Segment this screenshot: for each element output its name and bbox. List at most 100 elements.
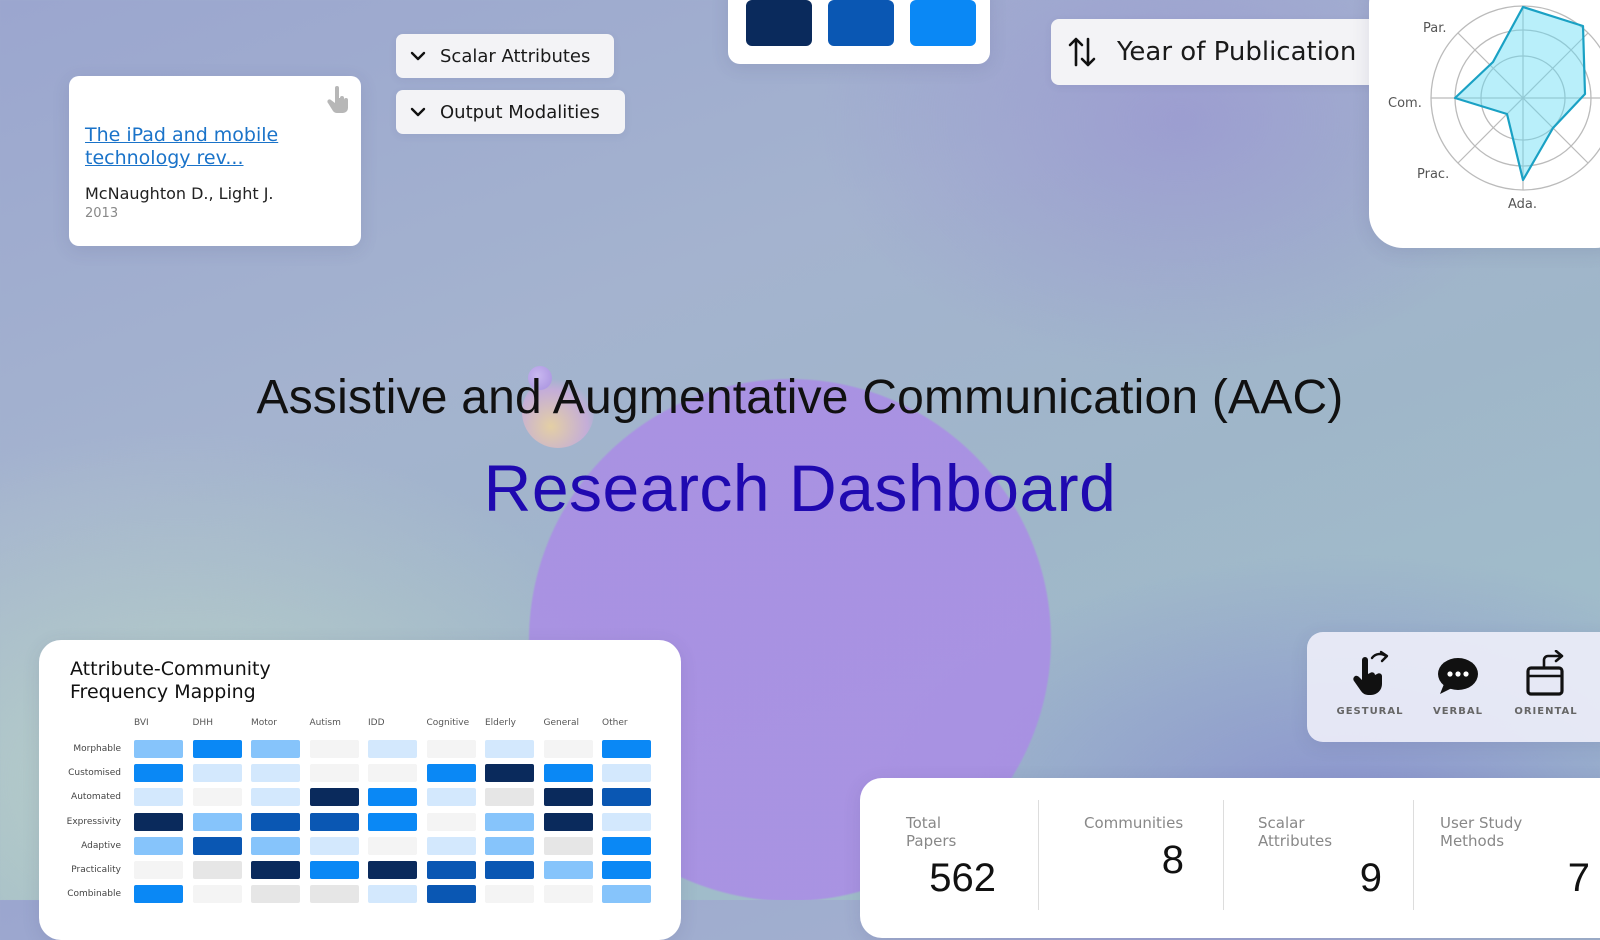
heatmap-cell[interactable]: [368, 764, 417, 783]
heatmap-cell[interactable]: [602, 740, 651, 758]
stat-label: Scalar Attributes: [1258, 814, 1333, 850]
heatmap-cell[interactable]: [134, 764, 183, 783]
heatmap-cell[interactable]: [192, 740, 242, 758]
heatmap-cell[interactable]: [543, 812, 593, 831]
heatmap-cell[interactable]: [543, 861, 593, 879]
heatmap-cell[interactable]: [251, 740, 300, 758]
heatmap-row-label: Adaptive: [81, 840, 121, 851]
heatmap-cell[interactable]: [368, 861, 417, 879]
heatmap-cell[interactable]: [309, 885, 359, 904]
heatmap-cell[interactable]: [368, 740, 417, 758]
heatmap-cell[interactable]: [192, 764, 242, 783]
heatmap-cell[interactable]: [192, 885, 242, 904]
heatmap-column-label: General: [543, 718, 579, 728]
heatmap-cell[interactable]: [602, 836, 651, 855]
heatmap-column-label: IDD: [368, 718, 385, 728]
heatmap-cell[interactable]: [426, 764, 476, 783]
heatmap-cell[interactable]: [134, 788, 183, 807]
heatmap-cell[interactable]: [485, 861, 534, 879]
chevron-down-icon: [410, 51, 426, 61]
heatmap-cell[interactable]: [134, 740, 183, 758]
heatmap-cell[interactable]: [251, 836, 300, 855]
heatmap-cell[interactable]: [368, 812, 417, 831]
stat-scalar-attributes: Scalar Attributes 9: [1258, 814, 1382, 901]
heatmap-cell[interactable]: [426, 836, 476, 855]
heatmap-cell[interactable]: [426, 861, 476, 879]
heatmap-cell[interactable]: [134, 812, 183, 831]
modality-gestural[interactable]: GESTURAL: [1327, 650, 1413, 717]
heatmap-cell[interactable]: [602, 764, 651, 783]
heatmap-cell[interactable]: [309, 764, 359, 783]
heatmap-cell[interactable]: [192, 861, 242, 879]
heatmap-cell[interactable]: [485, 740, 534, 758]
sort-year-button[interactable]: Year of Publication: [1051, 19, 1381, 85]
stat-value: 9: [1359, 856, 1382, 900]
heatmap-cell[interactable]: [543, 885, 593, 904]
heatmap-cell[interactable]: [602, 788, 651, 807]
heatmap-cell[interactable]: [192, 836, 242, 855]
color-swatch-dark[interactable]: [746, 0, 812, 46]
heatmap-cell[interactable]: [426, 885, 476, 904]
heatmap-cell[interactable]: [309, 788, 359, 807]
chevron-down-icon: [410, 107, 426, 117]
page-title: Assistive and Augmentative Communication…: [256, 371, 1344, 424]
heatmap-row-label: Practicality: [71, 865, 121, 875]
heatmap-cell[interactable]: [309, 740, 359, 758]
scalar-attributes-label: Scalar Attributes: [440, 45, 591, 67]
stat-label: Communities: [1084, 814, 1184, 832]
modality-oriental[interactable]: ORIENTAL: [1503, 650, 1589, 717]
heatmap-cell[interactable]: [602, 861, 651, 879]
heatmap-column-label: BVI: [134, 718, 149, 728]
heatmap-cell[interactable]: [251, 885, 300, 904]
heatmap-cell[interactable]: [309, 812, 359, 831]
heatmap-cell[interactable]: [251, 812, 300, 831]
heatmap-cell[interactable]: [134, 861, 183, 879]
heatmap-cell[interactable]: [485, 836, 534, 855]
paper-card[interactable]: The iPad and mobile technology rev... Mc…: [69, 76, 361, 246]
heatmap-cell[interactable]: [602, 885, 651, 904]
heatmap-cell[interactable]: [368, 885, 417, 904]
heatmap-cell[interactable]: [602, 812, 651, 831]
heatmap-row-label: Automated: [71, 792, 121, 803]
sort-arrows-icon: [1068, 37, 1096, 67]
heatmap-cell[interactable]: [251, 764, 300, 783]
heatmap-cell[interactable]: [134, 885, 183, 904]
heatmap-cell[interactable]: [251, 861, 300, 879]
heatmap-cell[interactable]: [543, 788, 593, 807]
stats-card: Total Papers 562 Communities 8 Scalar At…: [860, 778, 1600, 938]
color-swatch-medium[interactable]: [828, 0, 894, 46]
heatmap-cell[interactable]: [543, 764, 593, 783]
heatmap-cell[interactable]: [485, 788, 534, 807]
heatmap-cell[interactable]: [134, 836, 183, 855]
radar-chart-card: Par. Com. Prac. Ada.: [1369, 0, 1600, 248]
heatmap-cell[interactable]: [368, 788, 417, 807]
scalar-attributes-dropdown[interactable]: Scalar Attributes: [396, 34, 614, 78]
stat-communities: Communities 8: [1084, 814, 1184, 883]
heatmap-cell[interactable]: [485, 812, 534, 831]
heatmap-cell[interactable]: [426, 740, 476, 758]
heatmap-row-label: Expressivity: [66, 816, 121, 827]
modality-label: GESTURAL: [1336, 706, 1404, 717]
heatmap-cell[interactable]: [309, 861, 359, 879]
stat-value: 8: [1161, 838, 1184, 882]
heatmap-cell[interactable]: [543, 836, 593, 855]
heatmap-cell[interactable]: [192, 788, 242, 807]
color-swatch-light[interactable]: [910, 0, 976, 46]
stat-total-papers: Total Papers 562: [906, 814, 996, 901]
heatmap-cell[interactable]: [543, 740, 593, 758]
modality-verbal[interactable]: VERBAL: [1415, 650, 1501, 717]
heatmap-cell[interactable]: [485, 764, 534, 783]
heatmap-column-label: Autism: [309, 718, 341, 728]
heatmap-cell[interactable]: [426, 812, 476, 831]
heatmap-cell[interactable]: [251, 788, 300, 807]
heatmap-cell[interactable]: [485, 885, 534, 904]
paper-authors: McNaughton D., Light J.: [85, 184, 274, 203]
heatmap-cell[interactable]: [309, 836, 359, 855]
modalities-card: GESTURAL VERBAL ORIENTAL: [1307, 632, 1600, 742]
output-modalities-dropdown[interactable]: Output Modalities: [396, 90, 625, 134]
paper-title-link[interactable]: The iPad and mobile technology rev...: [85, 124, 305, 170]
heatmap-cell[interactable]: [192, 812, 242, 831]
heatmap-cell[interactable]: [368, 836, 417, 855]
heatmap-cell[interactable]: [426, 788, 476, 807]
stat-value: 7: [1567, 856, 1590, 900]
